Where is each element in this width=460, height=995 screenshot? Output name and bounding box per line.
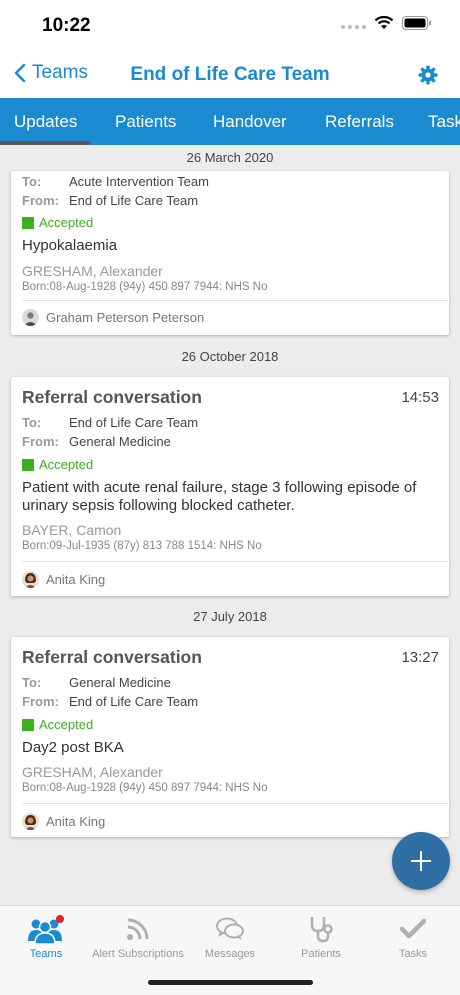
tab-updates[interactable]: Updates <box>14 98 77 145</box>
home-indicator[interactable] <box>148 980 313 985</box>
bottom-nav-label: Patients <box>301 948 341 960</box>
patient-info: Born:09-Jul-1935 (87y) 813 788 1514: NHS… <box>22 540 262 552</box>
from-label: From: <box>22 434 59 449</box>
wifi-icon <box>374 16 394 29</box>
card-time: 13:27 <box>401 649 439 666</box>
bottom-nav-patients[interactable]: Patients <box>271 914 371 960</box>
from-label: From: <box>22 193 59 208</box>
date-header: 26 October 2018 <box>181 349 279 364</box>
avatar <box>22 813 39 830</box>
patient-name: GRESHAM, Alexander <box>22 764 163 780</box>
status-bar: 10:22 <box>0 0 460 52</box>
card-message: Day2 post BKA <box>22 739 124 756</box>
stethoscope-icon <box>310 917 333 943</box>
card-message: Patient with acute renal failure, stage … <box>22 479 417 514</box>
signal-icon <box>341 17 366 29</box>
card-author: Anita King <box>22 571 105 588</box>
status-time: 10:22 <box>42 15 91 36</box>
card-title: Referral conversation <box>22 387 202 407</box>
from-label: From: <box>22 694 59 709</box>
card-message: Hypokalaemia <box>22 237 118 254</box>
divider <box>22 300 449 301</box>
patient-info: Born:08-Aug-1928 (94y) 450 897 7944: NHS… <box>22 281 268 293</box>
update-card[interactable]: To: Acute Intervention Team From: End of… <box>11 171 449 335</box>
update-card[interactable]: Referral conversation 13:27 To: General … <box>11 637 449 837</box>
battery-icon <box>402 16 431 30</box>
tab-handover[interactable]: Handover <box>213 98 287 145</box>
updates-feed[interactable]: 26 March 2020 To: Acute Intervention Tea… <box>0 145 460 905</box>
author-name: Graham Peterson Peterson <box>46 310 205 325</box>
tab-patients[interactable]: Patients <box>115 98 176 145</box>
update-card[interactable]: Referral conversation 14:53 To: End of L… <box>11 377 449 596</box>
navigation-bar: Teams End of Life Care Team <box>0 52 460 98</box>
status-icons <box>341 16 432 30</box>
bottom-nav-label: Tasks <box>398 948 428 960</box>
card-title: Referral conversation <box>22 647 202 667</box>
to-label: To: <box>22 174 42 189</box>
author-name: Anita King <box>46 814 106 829</box>
add-button[interactable] <box>392 832 450 890</box>
from-value: End of Life Care Team <box>69 193 199 208</box>
card-author: Graham Peterson Peterson <box>22 309 204 326</box>
checkmark-icon <box>400 918 426 939</box>
from-value: General Medicine <box>69 434 171 449</box>
bottom-nav-tasks[interactable]: Tasks <box>363 914 460 960</box>
settings-button[interactable] <box>418 65 438 90</box>
status-text: Accepted <box>39 457 94 472</box>
bottom-nav-alert-subscriptions[interactable]: Alert Subscriptions <box>88 914 188 960</box>
avatar <box>22 309 39 326</box>
bottom-nav-label: Alert Subscriptions <box>92 948 184 960</box>
bottom-nav-label: Teams <box>29 948 63 960</box>
to-label: To: <box>22 415 42 430</box>
gear-icon <box>418 65 438 85</box>
patient-info: Born:08-Aug-1928 (94y) 450 897 7944: NHS… <box>22 782 268 794</box>
to-value: General Medicine <box>69 675 171 690</box>
page-title: End of Life Care Team <box>130 64 330 85</box>
patient-name: BAYER, Camon <box>22 522 122 538</box>
author-name: Anita King <box>46 572 106 587</box>
date-header: 27 July 2018 <box>193 609 267 624</box>
rss-icon <box>127 918 149 940</box>
status-text: Accepted <box>39 717 94 732</box>
status-badge: Accepted <box>22 215 93 230</box>
tab-bar: Updates Patients Handover Referrals Task <box>0 98 460 145</box>
tab-tasks[interactable]: Task <box>428 98 460 145</box>
messages-icon <box>216 917 244 940</box>
card-author: Anita King <box>22 813 105 830</box>
bottom-nav-teams[interactable]: Teams <box>0 914 96 960</box>
divider <box>22 561 449 562</box>
status-text: Accepted <box>39 215 94 230</box>
accepted-square-icon <box>22 458 34 471</box>
teams-icon <box>28 915 64 944</box>
tab-referrals[interactable]: Referrals <box>325 98 394 145</box>
status-badge: Accepted <box>22 717 93 732</box>
divider <box>22 803 449 804</box>
bottom-nav-label: Messages <box>204 948 256 960</box>
notification-badge <box>56 915 64 923</box>
to-value: End of Life Care Team <box>69 415 199 430</box>
to-label: To: <box>22 675 42 690</box>
accepted-square-icon <box>22 216 34 229</box>
date-header: 26 March 2020 <box>186 150 274 165</box>
from-value: End of Life Care Team <box>69 694 199 709</box>
bottom-nav-messages[interactable]: Messages <box>180 914 280 960</box>
avatar <box>22 571 39 588</box>
card-time: 14:53 <box>401 389 439 406</box>
patient-name: GRESHAM, Alexander <box>22 263 163 279</box>
status-badge: Accepted <box>22 457 93 472</box>
to-value: Acute Intervention Team <box>69 174 209 189</box>
accepted-square-icon <box>22 718 34 731</box>
